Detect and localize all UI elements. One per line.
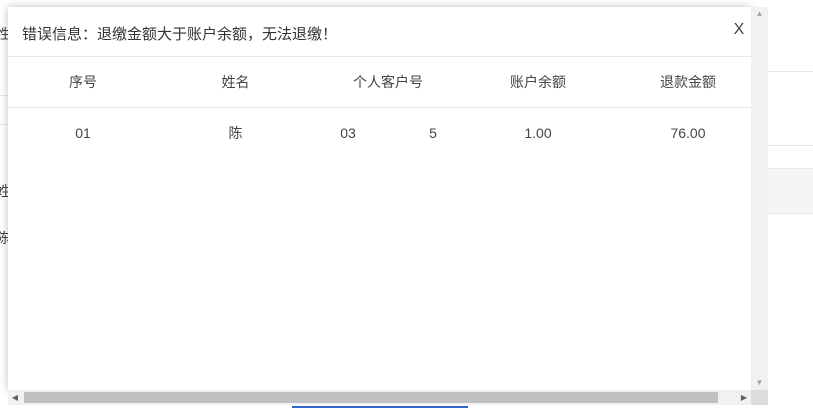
cell-name: 陈 xyxy=(228,125,243,141)
dialog-title: 错误信息：退缴金额大于账户余额，无法退缴！ xyxy=(22,26,338,43)
column-header-index: 序号 xyxy=(69,74,97,90)
scroll-down-icon[interactable]: ▼ xyxy=(751,376,768,390)
column-header-balance: 账户余额 xyxy=(510,74,566,90)
vertical-scrollbar[interactable]: ▲ ▼ xyxy=(751,7,768,390)
column-header-refund: 退款金额 xyxy=(660,74,716,90)
cell-balance: 1.00 xyxy=(524,125,552,141)
dialog-header: 错误信息：退缴金额大于账户余额，无法退缴！ X xyxy=(8,7,751,57)
refund-table: 序号 姓名 个人客户号 账户余额 退款金额 01 陈 03 5 1.00 76.… xyxy=(8,57,751,158)
background-divider xyxy=(0,95,8,96)
column-header-customer-no: 个人客户号 xyxy=(353,74,423,90)
close-button[interactable]: X xyxy=(731,21,747,39)
table-row: 01 陈 03 5 1.00 76.00 xyxy=(8,108,751,158)
cell-customer-no-prefix: 03 xyxy=(340,125,356,141)
cell-customer-no-suffix: 5 xyxy=(429,125,437,141)
scroll-up-icon[interactable]: ▲ xyxy=(751,7,768,21)
column-header-name: 姓名 xyxy=(221,74,250,90)
horizontal-scrollbar[interactable]: ◀ ▶ xyxy=(8,390,751,405)
scrollbar-corner xyxy=(751,390,768,405)
scroll-right-icon[interactable]: ▶ xyxy=(737,390,751,405)
cell-refund: 76.00 xyxy=(670,125,706,141)
background-link-underline xyxy=(292,406,468,408)
scroll-left-icon[interactable]: ◀ xyxy=(8,390,22,405)
table-header-row: 序号 姓名 个人客户号 账户余额 退款金额 xyxy=(8,57,751,108)
error-dialog: 错误信息：退缴金额大于账户余额，无法退缴！ X 序号 姓名 个人客户号 账户余额… xyxy=(8,7,751,390)
horizontal-scroll-thumb[interactable] xyxy=(24,392,718,403)
cell-index: 01 xyxy=(75,125,91,141)
background-divider xyxy=(0,124,8,125)
